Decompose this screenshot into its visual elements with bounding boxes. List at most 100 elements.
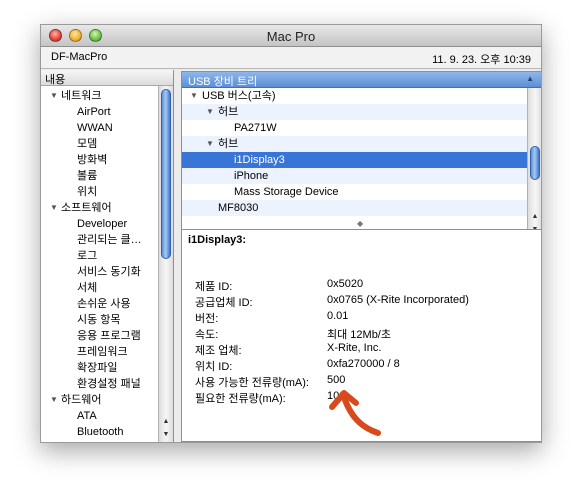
property-value: X-Rite, Inc.: [327, 342, 382, 354]
usb-tree-row[interactable]: i1Display3: [182, 152, 528, 168]
usb-tree-row[interactable]: PA271W: [182, 120, 528, 136]
sidebar-item[interactable]: Developer: [41, 216, 157, 232]
usb-tree-row-label: i1Display3: [234, 154, 285, 166]
usb-tree-row[interactable]: iPhone: [182, 168, 528, 184]
sidebar-item-label: WWAN: [77, 122, 113, 134]
sidebar-group[interactable]: ▼ 소프트웨어: [41, 200, 157, 216]
property-value: 0x5020: [327, 278, 364, 290]
usb-tree-row[interactable]: ▼ 허브: [182, 136, 528, 152]
sidebar-item[interactable]: AirPort: [41, 104, 157, 120]
sidebar-item-label: 로그: [77, 250, 98, 262]
usb-tree-row[interactable]: ▼ USB 버스(고속): [182, 88, 528, 104]
sidebar-header[interactable]: 내용: [41, 70, 173, 86]
usb-tree-scroll-thumb[interactable]: [530, 146, 540, 180]
usb-tree-row[interactable]: Mass Storage Device: [182, 184, 528, 200]
disclosure-triangle-icon[interactable]: ▼: [50, 88, 58, 104]
sidebar-scroll-thumb[interactable]: [161, 89, 171, 259]
sidebar-item-label: 네트워크: [61, 90, 102, 102]
date-time: 11. 9. 23. 오후 10:39: [432, 54, 531, 66]
property-label: 위치 ID:: [195, 361, 233, 373]
property-label: 공급업체 ID:: [195, 297, 253, 309]
disclosure-triangle-icon[interactable]: ▼: [190, 88, 198, 104]
disclosure-triangle-icon[interactable]: ▼: [50, 200, 58, 216]
contents-sidebar: 내용 ▼ 네트워크 AirPort WWAN 모뎀 방화벽 볼륨 위치 ▼ 소프트웨어 Develo…: [41, 70, 174, 442]
property-label: 속도:: [195, 329, 219, 341]
property-value: 0.01: [327, 310, 349, 322]
sidebar-item-label: 서체: [77, 282, 98, 294]
sidebar-item-label: Bluetooth: [77, 426, 124, 438]
disclosure-triangle-icon[interactable]: ▼: [206, 104, 214, 120]
sidebar-item[interactable]: Bluetooth: [41, 424, 157, 440]
sidebar-item-label: 손쉬운 사용: [77, 298, 131, 310]
disclosure-triangle-icon[interactable]: ▼: [50, 392, 58, 408]
property-label: 제조 업체:: [195, 345, 242, 357]
sidebar-item[interactable]: 응용 프로그램: [41, 328, 157, 344]
sidebar-item[interactable]: 방화벽: [41, 152, 157, 168]
sidebar-item[interactable]: 확장파일: [41, 360, 157, 376]
usb-tree-row-label: PA271W: [234, 122, 277, 134]
usb-tree-header[interactable]: USB 장비 트리 ▲: [182, 72, 541, 88]
sidebar-item[interactable]: 서체: [41, 280, 157, 296]
usb-tree-row[interactable]: ▼ 허브: [182, 104, 528, 120]
property-value: 0x0765 (X-Rite Incorporated): [327, 294, 469, 306]
sidebar-item-label: 모뎀: [77, 138, 98, 150]
sidebar-item-label: 서비스 동기화: [77, 266, 141, 278]
sidebar-item-label: 방화벽: [77, 154, 108, 166]
sidebar-item[interactable]: ATA: [41, 408, 157, 424]
disclosure-triangle-icon[interactable]: ▼: [206, 136, 214, 152]
sidebar-item[interactable]: 손쉬운 사용: [41, 296, 157, 312]
sidebar-item-label: 볼륨: [77, 170, 98, 182]
sidebar-item-label: 시동 항목: [77, 314, 121, 326]
sidebar-item-label: 소프트웨어: [61, 202, 112, 214]
title-bar[interactable]: Mac Pro: [41, 25, 541, 47]
machine-name: DF-MacPro: [51, 51, 108, 63]
system-profiler-window: Mac Pro DF-MacPro 11. 9. 23. 오후 10:39 내용…: [40, 24, 542, 443]
property-label: 사용 가능한 전류량(mA):: [195, 377, 309, 389]
sidebar-item[interactable]: 관리되는 클…: [41, 232, 157, 248]
usb-tree-row-label: MF8030: [218, 202, 259, 214]
property-value: 0xfa270000 / 8: [327, 358, 400, 370]
sidebar-item-label: 응용 프로그램: [77, 330, 141, 342]
property-label: 버전:: [195, 313, 219, 325]
usb-tree-row-label: iPhone: [234, 170, 269, 182]
sidebar-scrollbar[interactable]: ▲ ▼: [158, 86, 173, 442]
sidebar-item-label: 하드웨어: [61, 394, 102, 406]
scroll-up-arrow-icon[interactable]: ▲: [528, 211, 541, 223]
usb-tree-row-label: Mass Storage Device: [234, 186, 339, 198]
usb-device-tree: USB 장비 트리 ▲ ▼ USB 버스(고속) ▼ 허브 PA271W ▼ 허브 i1Dis…: [181, 71, 541, 239]
info-bar: DF-MacPro 11. 9. 23. 오후 10:39: [41, 47, 541, 69]
sidebar-item-label: 위치: [77, 186, 98, 198]
scroll-down-arrow-icon[interactable]: ▼: [159, 429, 173, 441]
sidebar-item-label: 관리되는 클…: [77, 234, 142, 246]
detail-title: i1Display3:: [188, 234, 247, 246]
usb-tree-row[interactable]: MF8030: [182, 200, 528, 216]
property-label: 필요한 전류량(mA):: [195, 393, 286, 405]
sort-ascending-icon[interactable]: ▲: [526, 74, 534, 83]
usb-tree-row-label: 허브: [218, 106, 239, 118]
split-view-handle-icon[interactable]: ◆: [357, 219, 363, 228]
sidebar-item[interactable]: 로그: [41, 248, 157, 264]
sidebar-item-label: AirPort: [77, 106, 111, 118]
usb-tree-scrollbar[interactable]: ▲ ▼: [527, 88, 541, 239]
sidebar-item[interactable]: 모뎀: [41, 136, 157, 152]
scroll-up-arrow-icon[interactable]: ▲: [159, 416, 173, 428]
handwritten-arrow-annotation: [329, 390, 381, 436]
sidebar-item[interactable]: 볼륨: [41, 168, 157, 184]
sidebar-item[interactable]: WWAN: [41, 120, 157, 136]
property-value: 최대 12Mb/초: [327, 329, 391, 341]
window-title: Mac Pro: [266, 29, 316, 44]
sidebar-item[interactable]: 환경설정 패널: [41, 376, 157, 392]
usb-tree-row-label: USB 버스(고속): [202, 90, 276, 102]
sidebar-group[interactable]: ▼ 네트워크: [41, 88, 157, 104]
sidebar-item-label: 확장파일: [77, 362, 118, 374]
sidebar-item[interactable]: 위치: [41, 184, 157, 200]
usb-tree-header-label: USB 장비 트리: [188, 76, 258, 88]
sidebar-item[interactable]: 시동 항목: [41, 312, 157, 328]
sidebar-group[interactable]: ▼ 하드웨어: [41, 392, 157, 408]
sidebar-item[interactable]: 프레임워크: [41, 344, 157, 360]
sidebar-item[interactable]: 서비스 동기화: [41, 264, 157, 280]
sidebar-item-label: ATA: [77, 410, 97, 422]
usb-tree-row-label: 허브: [218, 138, 239, 150]
sidebar-list: ▼ 네트워크 AirPort WWAN 모뎀 방화벽 볼륨 위치 ▼ 소프트웨어 Developer…: [41, 88, 157, 440]
property-label: 제품 ID:: [195, 281, 233, 293]
